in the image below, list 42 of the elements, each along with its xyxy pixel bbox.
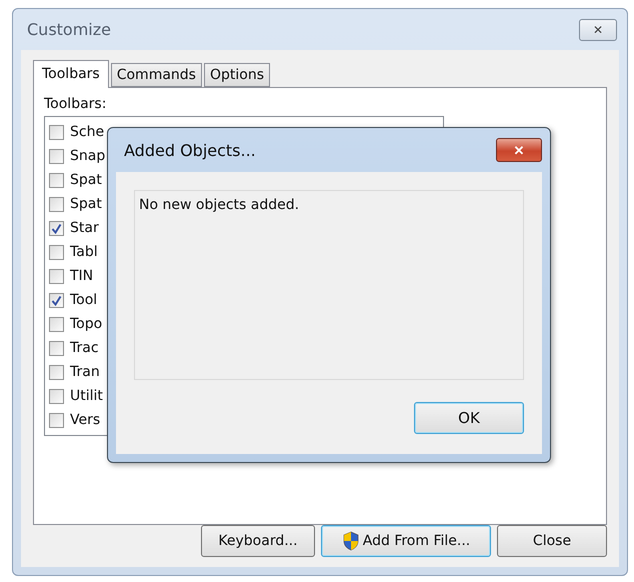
toolbar-name: Tran [70,364,100,380]
toolbar-name: Sche [70,124,104,140]
check-icon [51,294,62,306]
toolbar-name: Spat [70,172,102,188]
checkbox[interactable] [49,148,64,164]
dialog-title: Added Objects... [123,140,256,160]
checkbox[interactable] [49,172,64,188]
dialog-button[interactable]: Add From File... [321,525,491,557]
checkbox[interactable] [49,340,64,356]
close-button[interactable]: ✕ [579,18,617,40]
tab[interactable]: Options [204,63,270,87]
checkbox[interactable] [49,196,64,212]
toolbar-name: Snap [70,148,106,164]
toolbar-name: Vers [70,412,100,428]
message-text: No new objects added. [134,190,524,380]
window-title: Customize [26,20,111,39]
checkbox[interactable] [49,268,64,284]
toolbar-name: Star [70,220,99,236]
tab[interactable]: Toolbars [33,60,109,88]
toolbar-name: Utilit [70,388,103,404]
checkbox[interactable] [49,388,64,404]
checkbox[interactable] [49,220,64,236]
checkbox[interactable] [49,412,64,428]
checkbox[interactable] [49,124,64,140]
checkbox[interactable] [49,316,64,332]
check-icon [51,222,62,234]
dialog-button[interactable]: Close [497,525,607,557]
tab[interactable]: Commands [110,63,202,87]
toolbar-name: Topo [70,316,102,332]
toolbar-name: Spat [70,196,102,212]
checkbox[interactable] [49,364,64,380]
toolbar-name: Tool [70,292,98,308]
toolbar-name: Trac [70,340,99,356]
toolbar-name: Tabl [70,244,98,260]
shield-icon [342,531,360,551]
toolbar-name: TIN [70,268,94,284]
checkbox[interactable] [49,244,64,260]
toolbars-label: Toolbars: [44,96,108,112]
checkbox[interactable] [49,292,64,308]
dialog-button[interactable]: Keyboard... [201,525,315,557]
close-button[interactable]: ✕ [496,138,542,162]
ok-button[interactable]: OK [414,402,524,434]
